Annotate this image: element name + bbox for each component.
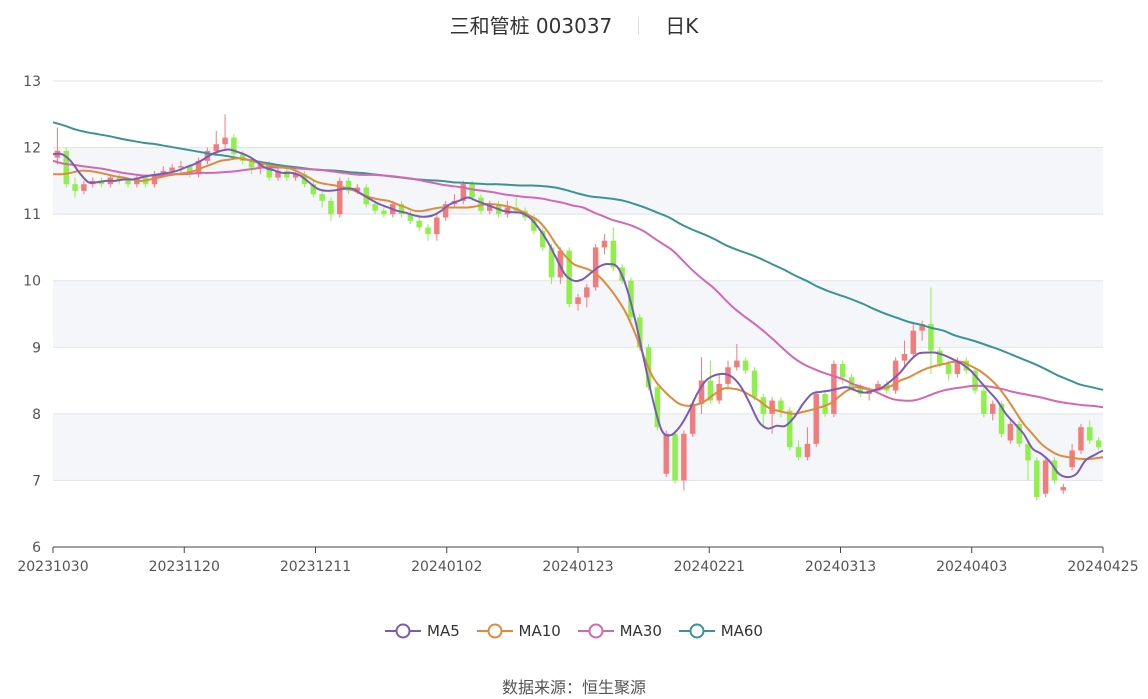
y-tick-label: 6	[32, 540, 41, 556]
candle-body	[1007, 423, 1014, 441]
candle-body	[734, 360, 740, 368]
candle-body	[672, 433, 678, 481]
source-label: 数据来源：	[501, 678, 582, 697]
legend-label: MA30	[619, 622, 662, 640]
ma10-legend-icon	[476, 623, 513, 639]
candle-body	[945, 363, 952, 374]
candle-body	[901, 353, 908, 361]
x-tick-label: 20240221	[674, 559, 745, 575]
candle-body	[1060, 487, 1067, 491]
x-tick-label: 20240313	[805, 559, 876, 575]
legend-label: MA60	[720, 622, 763, 640]
candle-body	[125, 180, 131, 185]
candle-body	[981, 390, 987, 414]
x-tick-label: 20231120	[149, 559, 220, 575]
candle-body	[681, 433, 687, 481]
candle-body	[469, 184, 475, 198]
candle-body	[742, 360, 749, 371]
y-tick-label: 7	[32, 473, 41, 489]
candle-body	[663, 433, 669, 474]
candle-body	[1034, 460, 1040, 498]
legend-label: MA10	[518, 622, 561, 640]
ma30-legend-icon	[577, 623, 614, 639]
y-tick-label: 9	[32, 340, 41, 356]
grid-band	[53, 280, 1103, 348]
y-tick-label: 12	[23, 141, 41, 157]
y-tick-label: 13	[23, 74, 41, 90]
candle-body	[989, 403, 996, 414]
candle-body	[81, 184, 87, 191]
y-tick-label: 11	[23, 207, 41, 223]
candle-body	[434, 217, 440, 235]
source-value: 恒生聚源	[582, 678, 647, 697]
y-axis: 6 7 8 9 10 11 12 13	[23, 74, 41, 556]
candle-body	[328, 200, 334, 215]
candle-body	[769, 400, 775, 414]
candle-body	[813, 393, 819, 444]
x-tick-label: 20240425	[1067, 559, 1138, 575]
y-tick-label: 8	[32, 407, 41, 423]
candle-body	[222, 137, 228, 145]
x-tick-label: 20240123	[542, 559, 613, 575]
grid-band	[53, 147, 1103, 215]
candle-body	[910, 330, 917, 354]
candle-body	[213, 144, 219, 151]
ma60-legend-icon	[678, 623, 715, 639]
candle-body	[822, 393, 828, 414]
legend-item-ma5[interactable]: MA5	[385, 622, 460, 640]
candle-body	[1042, 460, 1049, 494]
candle-body	[1078, 427, 1084, 451]
x-tick-label: 20240102	[411, 559, 482, 575]
candle-body	[1087, 427, 1093, 441]
candle-body	[72, 184, 78, 191]
legend-item-ma30[interactable]: MA30	[577, 622, 662, 640]
x-tick-label: 20240403	[936, 559, 1007, 575]
candle-body	[584, 287, 590, 298]
legend-item-ma10[interactable]: MA10	[476, 622, 561, 640]
x-tick-label: 20231030	[17, 559, 88, 575]
legend-label: MA5	[427, 622, 460, 640]
candle-body	[787, 410, 793, 448]
candle-body	[319, 194, 325, 201]
candle-body	[372, 204, 378, 211]
candle-body	[1095, 440, 1102, 448]
legend-item-ma60[interactable]: MA60	[678, 622, 763, 640]
candle-body	[795, 447, 802, 458]
candle-body	[601, 240, 608, 248]
data-source: 数据来源：恒生聚源	[0, 674, 1148, 698]
x-tick-label: 20231211	[280, 559, 351, 575]
candle-body	[804, 443, 811, 458]
candle-body	[416, 220, 422, 228]
candle-body	[575, 297, 581, 305]
x-axis: 20231030 20231120 20231211 20240102 20240123…	[17, 546, 1139, 575]
plot-background-bands	[53, 147, 1103, 481]
candle-body	[178, 166, 184, 168]
grid-band	[53, 413, 1103, 481]
candle-body	[778, 400, 784, 411]
candle-body	[751, 370, 758, 398]
candle-body	[839, 363, 846, 378]
candle-body	[381, 210, 387, 215]
candle-body	[425, 227, 431, 235]
legend: MA5 MA10 MA30 MA60	[0, 622, 1148, 643]
y-tick-label: 10	[23, 274, 41, 290]
ma5-legend-icon	[385, 623, 421, 639]
candlestick-chart: 678910111213 20231030 20231120 20231211 202…	[17, 74, 1139, 575]
candle-body	[169, 167, 175, 171]
